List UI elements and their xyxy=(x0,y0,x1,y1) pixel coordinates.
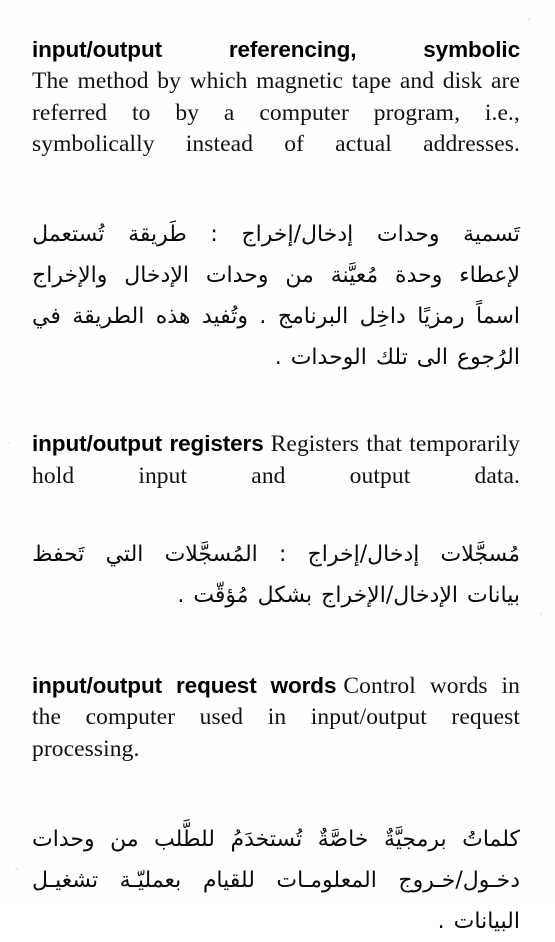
entry-arabic-definition: تَسمية وحدات إدخال/إخراج: طَريقة تُستعمل لإع… xyxy=(32,214,520,378)
arabic-word: . xyxy=(259,304,267,329)
arabic-word: إدخال/إخراج xyxy=(241,222,354,247)
arabic-word: وحدة xyxy=(395,263,443,288)
arabic-word: والإخراج xyxy=(32,263,108,288)
arabic-word: دخـول/خـروج xyxy=(398,867,520,893)
arabic-word: من xyxy=(285,263,314,288)
scan-speckle xyxy=(8,442,10,444)
arabic-word: من xyxy=(110,826,139,852)
arabic-word: تَحفظ xyxy=(32,541,85,567)
entry-english-block: input/output registers Registers that tem… xyxy=(32,428,520,524)
headword-word: referencing, xyxy=(228,37,357,62)
arabic-word: خاصَّةٌ xyxy=(317,826,369,852)
dictionary-entry: input/output referencing, symbolic The m… xyxy=(32,34,520,378)
arabic-word: إدخال/إخراج xyxy=(307,541,420,567)
arabic-word: وحدات xyxy=(205,263,269,288)
arabic-word: هذه xyxy=(155,304,191,329)
arabic-word: بعمليّـة xyxy=(119,867,182,893)
arabic-line: اسماً رمزيًا داخِل البرنامج. وتُفيد هذه الطريق… xyxy=(32,296,520,337)
headword-word: symbolic xyxy=(423,37,520,62)
dictionary-page: input/output referencing, symbolic The m… xyxy=(0,0,555,934)
scan-speckle xyxy=(540,612,542,615)
arabic-line: مُسجَّلات إدخال/إخراج: المُسجَّلات التي تَحف… xyxy=(32,534,520,575)
arabic-line: بيانات الإدخال/الإخراج بشكل مُؤقّت . xyxy=(177,582,520,608)
arabic-word: وحدات xyxy=(376,222,440,247)
arabic-line: دخـول/خـروج المعلومـات للقيام بعمليّـة تشغيـ… xyxy=(32,860,520,901)
entry-headword: input/output registers xyxy=(32,431,264,456)
arabic-word: مُسجَّلات xyxy=(440,541,520,567)
arabic-word: تُستخدَمُ xyxy=(230,826,303,852)
arabic-word: اسماً xyxy=(476,304,520,329)
arabic-word: طَريقة xyxy=(128,222,187,247)
scan-speckle xyxy=(528,18,531,21)
arabic-line: تَسمية وحدات إدخال/إخراج: طَريقة تُستعمل xyxy=(32,214,520,255)
arabic-word: الإدخال xyxy=(124,263,189,288)
arabic-word: تشغيـل xyxy=(32,867,99,893)
arabic-word: الطريقة xyxy=(72,304,145,329)
arabic-word: برمجيَّةٌ xyxy=(383,826,447,852)
arabic-word: وحدات xyxy=(32,826,95,852)
arabic-word: كلماتُ xyxy=(462,826,520,852)
arabic-word: مُعيَّنة xyxy=(330,263,379,288)
arabic-word: في xyxy=(32,304,61,329)
arabic-word: البرنامج xyxy=(277,304,349,329)
entry-english-block: input/output request words Control words … xyxy=(32,670,520,797)
arabic-line: البيانات . xyxy=(437,908,520,934)
arabic-word: المُسجَّلات xyxy=(164,541,258,567)
arabic-line: الرُجوع الى تلك الوحدات . xyxy=(274,345,520,370)
headword-word: input/output xyxy=(32,37,162,62)
entry-arabic-definition: مُسجَّلات إدخال/إخراج: المُسجَّلات التي تَحف… xyxy=(32,534,520,616)
arabic-word: تُستعمل xyxy=(32,222,105,247)
scan-speckle xyxy=(15,868,18,870)
arabic-word: رمزيًا xyxy=(417,304,465,329)
entry-english-definition: The method by which magnetic tape and di… xyxy=(32,68,520,157)
arabic-word: المعلومـات xyxy=(276,867,377,893)
entry-headword: input/output referencing, symbolic xyxy=(32,34,520,65)
arabic-line: كلماتُ برمجيَّةٌ خاصَّةٌ تُستخدَمُ للطَّلب من… xyxy=(32,819,520,860)
arabic-word: للقيام xyxy=(202,867,255,893)
arabic-word: وتُفيد xyxy=(201,304,248,329)
dictionary-entry: input/output request words Control words … xyxy=(32,670,520,942)
entry-arabic-definition: كلماتُ برمجيَّةٌ خاصَّةٌ تُستخدَمُ للطَّلب من… xyxy=(32,819,520,942)
arabic-word: : xyxy=(278,541,287,567)
dictionary-entry: input/output registers Registers that tem… xyxy=(32,428,520,616)
arabic-word: داخِل xyxy=(359,304,406,329)
arabic-word: لإعطاء xyxy=(459,263,520,288)
arabic-word: تَسمية xyxy=(463,222,520,247)
entry-headword: input/output request words xyxy=(32,672,337,698)
arabic-word: : xyxy=(210,222,218,247)
arabic-word: للطَّلب xyxy=(154,826,215,852)
arabic-line: لإعطاء وحدة مُعيَّنة من وحدات الإدخال والإخراج xyxy=(32,255,520,296)
arabic-word: التي xyxy=(105,541,144,567)
